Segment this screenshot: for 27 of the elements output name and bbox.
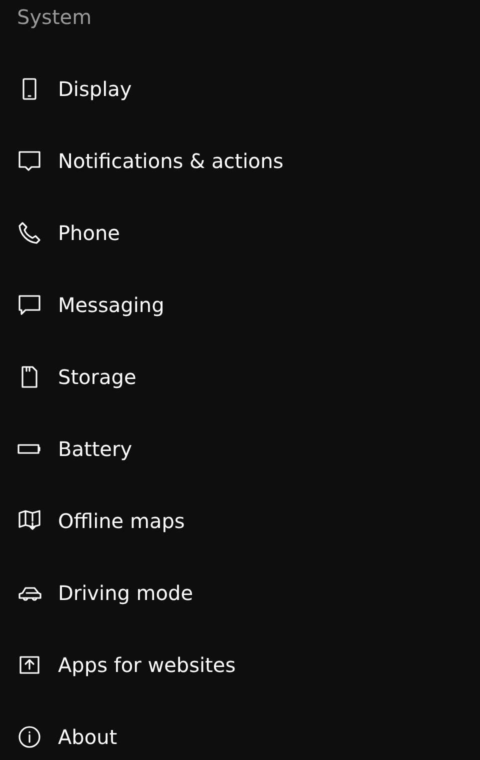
settings-item[interactable]: Apps for websites (0, 629, 480, 701)
item-label: About (58, 725, 118, 749)
settings-item[interactable]: Display (0, 53, 480, 125)
settings-item[interactable]: Phone (0, 197, 480, 269)
settings-item[interactable]: Battery (0, 413, 480, 485)
item-label: Battery (58, 437, 132, 461)
square-speech-bubble-icon (17, 149, 42, 173)
item-label: Storage (58, 365, 136, 389)
map-icon (17, 509, 42, 533)
info-icon (17, 725, 42, 749)
phone-handset-icon (17, 221, 42, 245)
settings-item[interactable]: Storage (0, 341, 480, 413)
item-label: Offline maps (58, 509, 185, 533)
settings-item[interactable]: Offline maps (0, 485, 480, 557)
settings-item[interactable]: Notifications & actions (0, 125, 480, 197)
item-label: Notifications & actions (58, 149, 284, 173)
item-label: Driving mode (58, 581, 194, 605)
upload-box-icon (17, 653, 42, 677)
item-label: Messaging (58, 293, 164, 317)
settings-item[interactable]: Driving mode (0, 557, 480, 629)
page-title: System (16, 4, 92, 31)
settings-item[interactable]: About (0, 701, 480, 760)
item-label: Apps for websites (58, 653, 236, 677)
settings-item[interactable]: Messaging (0, 269, 480, 341)
speech-bubble-icon (17, 293, 42, 317)
item-label: Display (58, 77, 132, 101)
item-label: Phone (58, 221, 120, 245)
